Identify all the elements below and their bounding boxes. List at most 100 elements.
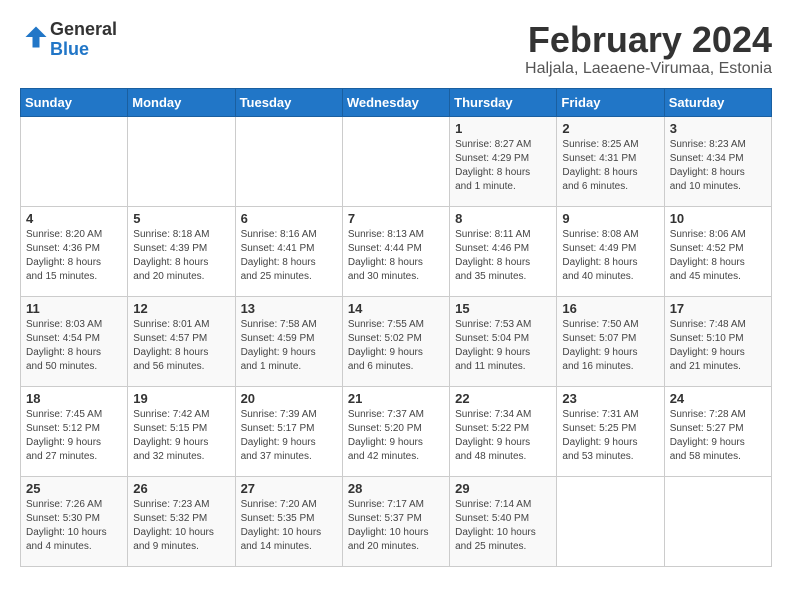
day-info: Sunrise: 7:31 AM Sunset: 5:25 PM Dayligh… — [562, 408, 658, 464]
calendar-cell — [21, 116, 128, 206]
day-number: 14 — [348, 301, 444, 316]
day-info: Sunrise: 8:25 AM Sunset: 4:31 PM Dayligh… — [562, 138, 658, 194]
calendar-cell: 29 Sunrise: 7:14 AM Sunset: 5:40 PM Dayli… — [450, 476, 557, 566]
day-number: 8 — [455, 211, 551, 226]
day-number: 20 — [241, 391, 337, 406]
day-info: Sunrise: 7:23 AM Sunset: 5:32 PM Dayligh… — [133, 498, 229, 554]
calendar-cell: 15 Sunrise: 7:53 AM Sunset: 5:04 PM Dayli… — [450, 296, 557, 386]
calendar-header-row: SundayMondayTuesdayWednesdayThursdayFrid… — [21, 88, 772, 116]
calendar-cell: 22 Sunrise: 7:34 AM Sunset: 5:22 PM Dayli… — [450, 386, 557, 476]
day-number: 25 — [26, 481, 122, 496]
calendar-cell: 4 Sunrise: 8:20 AM Sunset: 4:36 PM Daylig… — [21, 206, 128, 296]
calendar-cell: 1 Sunrise: 8:27 AM Sunset: 4:29 PM Daylig… — [450, 116, 557, 206]
calendar-cell: 26 Sunrise: 7:23 AM Sunset: 5:32 PM Dayli… — [128, 476, 235, 566]
day-info: Sunrise: 7:45 AM Sunset: 5:12 PM Dayligh… — [26, 408, 122, 464]
logo: General Blue — [20, 20, 117, 60]
weekday-header-friday: Friday — [557, 88, 664, 116]
day-number: 6 — [241, 211, 337, 226]
day-number: 19 — [133, 391, 229, 406]
day-info: Sunrise: 7:34 AM Sunset: 5:22 PM Dayligh… — [455, 408, 551, 464]
day-info: Sunrise: 8:08 AM Sunset: 4:49 PM Dayligh… — [562, 228, 658, 284]
calendar-week-1: 4 Sunrise: 8:20 AM Sunset: 4:36 PM Daylig… — [21, 206, 772, 296]
calendar-cell: 12 Sunrise: 8:01 AM Sunset: 4:57 PM Dayli… — [128, 296, 235, 386]
day-number: 16 — [562, 301, 658, 316]
day-number: 13 — [241, 301, 337, 316]
calendar-cell: 6 Sunrise: 8:16 AM Sunset: 4:41 PM Daylig… — [235, 206, 342, 296]
calendar-cell: 17Sunrise: 7:48 AM Sunset: 5:10 PM Dayli… — [664, 296, 771, 386]
day-info: Sunrise: 8:27 AM Sunset: 4:29 PM Dayligh… — [455, 138, 551, 194]
day-number: 18 — [26, 391, 122, 406]
day-info: Sunrise: 7:42 AM Sunset: 5:15 PM Dayligh… — [133, 408, 229, 464]
calendar-cell — [235, 116, 342, 206]
weekday-header-tuesday: Tuesday — [235, 88, 342, 116]
day-info: Sunrise: 8:16 AM Sunset: 4:41 PM Dayligh… — [241, 228, 337, 284]
day-number: 24 — [670, 391, 766, 406]
day-info: Sunrise: 8:11 AM Sunset: 4:46 PM Dayligh… — [455, 228, 551, 284]
calendar-cell: 20 Sunrise: 7:39 AM Sunset: 5:17 PM Dayli… — [235, 386, 342, 476]
calendar-cell: 10Sunrise: 8:06 AM Sunset: 4:52 PM Dayli… — [664, 206, 771, 296]
day-info: Sunrise: 7:53 AM Sunset: 5:04 PM Dayligh… — [455, 318, 551, 374]
day-info: Sunrise: 7:20 AM Sunset: 5:35 PM Dayligh… — [241, 498, 337, 554]
weekday-header-monday: Monday — [128, 88, 235, 116]
day-number: 7 — [348, 211, 444, 226]
day-info: Sunrise: 8:03 AM Sunset: 4:54 PM Dayligh… — [26, 318, 122, 374]
day-number: 12 — [133, 301, 229, 316]
weekday-header-wednesday: Wednesday — [342, 88, 449, 116]
day-info: Sunrise: 7:17 AM Sunset: 5:37 PM Dayligh… — [348, 498, 444, 554]
calendar-cell: 3 Sunrise: 8:23 AM Sunset: 4:34 PM Daylig… — [664, 116, 771, 206]
day-info: Sunrise: 7:50 AM Sunset: 5:07 PM Dayligh… — [562, 318, 658, 374]
calendar-cell: 19 Sunrise: 7:42 AM Sunset: 5:15 PM Dayli… — [128, 386, 235, 476]
weekday-header-saturday: Saturday — [664, 88, 771, 116]
day-number: 21 — [348, 391, 444, 406]
calendar-body: 1 Sunrise: 8:27 AM Sunset: 4:29 PM Daylig… — [21, 116, 772, 566]
logo-icon — [22, 23, 50, 51]
day-info: Sunrise: 8:23 AM Sunset: 4:34 PM Dayligh… — [670, 138, 766, 194]
calendar-week-4: 25 Sunrise: 7:26 AM Sunset: 5:30 PM Dayli… — [21, 476, 772, 566]
calendar-cell: 13 Sunrise: 7:58 AM Sunset: 4:59 PM Dayli… — [235, 296, 342, 386]
calendar-cell — [342, 116, 449, 206]
day-info: Sunrise: 8:18 AM Sunset: 4:39 PM Dayligh… — [133, 228, 229, 284]
calendar-cell: 23 Sunrise: 7:31 AM Sunset: 5:25 PM Dayli… — [557, 386, 664, 476]
day-info: Sunrise: 8:01 AM Sunset: 4:57 PM Dayligh… — [133, 318, 229, 374]
calendar-cell — [557, 476, 664, 566]
day-info: Sunrise: 7:55 AM Sunset: 5:02 PM Dayligh… — [348, 318, 444, 374]
day-info: Sunrise: 7:58 AM Sunset: 4:59 PM Dayligh… — [241, 318, 337, 374]
calendar-title: February 2024 — [525, 20, 772, 60]
calendar-cell: 25 Sunrise: 7:26 AM Sunset: 5:30 PM Dayli… — [21, 476, 128, 566]
day-number: 27 — [241, 481, 337, 496]
day-info: Sunrise: 8:13 AM Sunset: 4:44 PM Dayligh… — [348, 228, 444, 284]
logo-general-text: General — [50, 20, 117, 40]
day-info: Sunrise: 7:39 AM Sunset: 5:17 PM Dayligh… — [241, 408, 337, 464]
day-number: 15 — [455, 301, 551, 316]
calendar-cell: 5Sunrise: 8:18 AM Sunset: 4:39 PM Daylig… — [128, 206, 235, 296]
day-info: Sunrise: 8:20 AM Sunset: 4:36 PM Dayligh… — [26, 228, 122, 284]
day-info: Sunrise: 7:37 AM Sunset: 5:20 PM Dayligh… — [348, 408, 444, 464]
header: General Blue February 2024 Haljala, Laea… — [20, 20, 772, 78]
day-number: 2 — [562, 121, 658, 136]
calendar-subtitle: Haljala, Laeaene-Virumaa, Estonia — [525, 60, 772, 78]
day-number: 4 — [26, 211, 122, 226]
calendar-cell: 24Sunrise: 7:28 AM Sunset: 5:27 PM Dayli… — [664, 386, 771, 476]
calendar-cell: 21 Sunrise: 7:37 AM Sunset: 5:20 PM Dayli… — [342, 386, 449, 476]
day-number: 26 — [133, 481, 229, 496]
day-number: 29 — [455, 481, 551, 496]
calendar-cell — [128, 116, 235, 206]
day-number: 1 — [455, 121, 551, 136]
day-number: 23 — [562, 391, 658, 406]
day-number: 22 — [455, 391, 551, 406]
day-number: 28 — [348, 481, 444, 496]
weekday-header-sunday: Sunday — [21, 88, 128, 116]
day-info: Sunrise: 7:26 AM Sunset: 5:30 PM Dayligh… — [26, 498, 122, 554]
calendar-cell: 9 Sunrise: 8:08 AM Sunset: 4:49 PM Daylig… — [557, 206, 664, 296]
calendar-cell: 28 Sunrise: 7:17 AM Sunset: 5:37 PM Dayli… — [342, 476, 449, 566]
calendar-cell: 16 Sunrise: 7:50 AM Sunset: 5:07 PM Dayli… — [557, 296, 664, 386]
day-info: Sunrise: 7:14 AM Sunset: 5:40 PM Dayligh… — [455, 498, 551, 554]
day-number: 9 — [562, 211, 658, 226]
calendar-cell: 8 Sunrise: 8:11 AM Sunset: 4:46 PM Daylig… — [450, 206, 557, 296]
calendar-cell: 14 Sunrise: 7:55 AM Sunset: 5:02 PM Dayli… — [342, 296, 449, 386]
day-number: 3 — [670, 121, 766, 136]
calendar-cell: 11Sunrise: 8:03 AM Sunset: 4:54 PM Dayli… — [21, 296, 128, 386]
logo-blue-text: Blue — [50, 40, 117, 60]
calendar-week-3: 18 Sunrise: 7:45 AM Sunset: 5:12 PM Dayli… — [21, 386, 772, 476]
weekday-header-thursday: Thursday — [450, 88, 557, 116]
